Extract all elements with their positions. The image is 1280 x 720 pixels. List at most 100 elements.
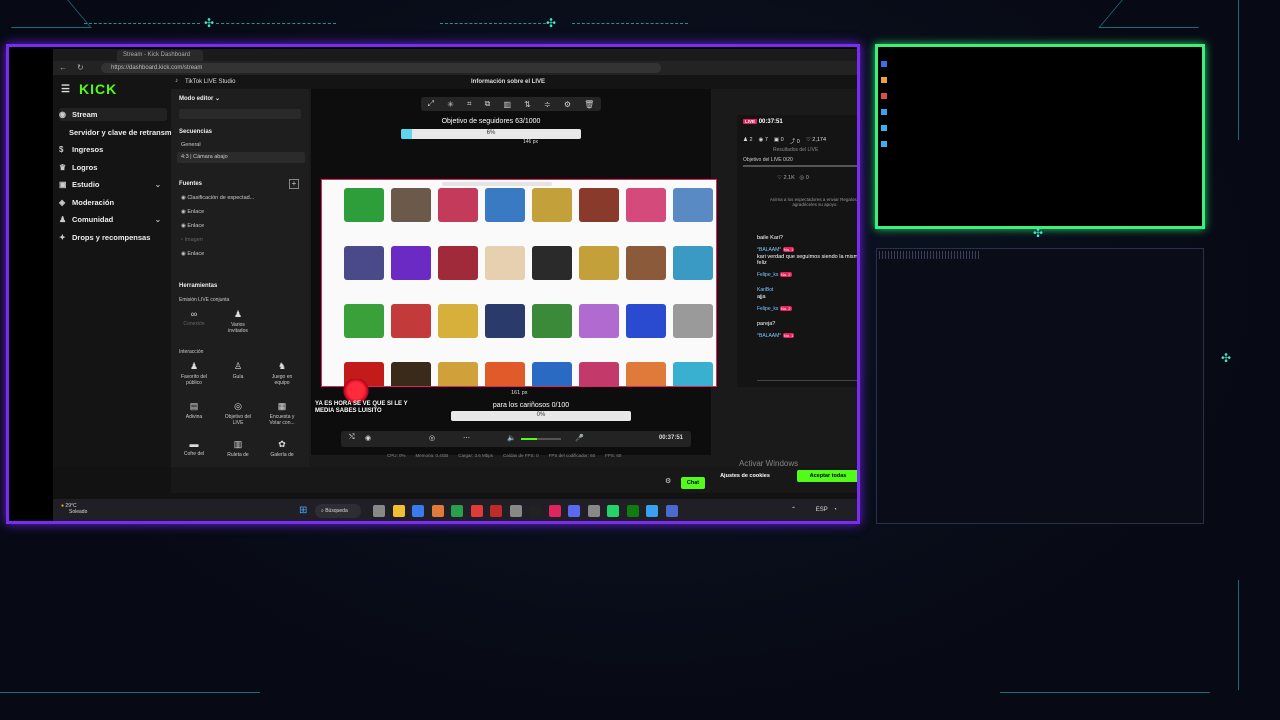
game-tile[interactable] xyxy=(626,246,666,298)
taskbar-app-icon[interactable] xyxy=(529,505,541,517)
taskbar-app-icon[interactable] xyxy=(392,505,405,517)
chat-username[interactable]: Felipe_ks xyxy=(757,306,778,312)
game-tile[interactable] xyxy=(391,304,431,356)
tool-guess[interactable]: ▤ Adivina xyxy=(177,401,211,435)
game-tile[interactable] xyxy=(485,188,525,240)
game-tile[interactable] xyxy=(579,246,619,298)
live-info-title[interactable]: Información sobre el LIVE xyxy=(471,79,545,85)
camera-icon[interactable]: ◉ xyxy=(365,434,371,442)
source-item[interactable]: ◉ Clasificación de espectad... xyxy=(177,193,305,204)
refresh-icon[interactable]: ↻ xyxy=(77,63,84,72)
game-tile[interactable] xyxy=(485,246,525,298)
taskbar-app-icon[interactable] xyxy=(509,505,522,517)
game-tile[interactable] xyxy=(532,246,572,298)
sidebar-item-stream[interactable]: ◉ Stream xyxy=(59,108,167,121)
gear-icon[interactable]: ⚙ xyxy=(665,477,671,485)
chat-username[interactable]: °BALAAM° xyxy=(757,333,781,339)
source-item[interactable]: ◉ Enlace xyxy=(177,207,305,218)
game-tile[interactable] xyxy=(438,362,478,386)
kick-logo[interactable]: KICK xyxy=(79,81,117,97)
add-source-icon[interactable]: + xyxy=(289,179,299,189)
back-icon[interactable]: ← xyxy=(59,63,67,72)
volume-icon[interactable]: 🔈 xyxy=(507,434,516,442)
taskbar-app-icon[interactable] xyxy=(431,505,444,517)
taskbar-app-icon[interactable] xyxy=(665,505,678,517)
game-tile[interactable] xyxy=(344,304,384,356)
game-tile[interactable] xyxy=(438,246,478,298)
game-tile[interactable] xyxy=(391,246,431,298)
game-tile[interactable] xyxy=(579,304,619,356)
shuffle-icon[interactable]: ⤭ xyxy=(349,434,355,442)
taskbar-app-icon[interactable] xyxy=(646,505,658,517)
gear-icon[interactable]: ⚙ xyxy=(564,100,571,109)
lang-indicator[interactable]: ESP xyxy=(816,507,828,513)
cookie-accept-button[interactable]: Aceptar todas xyxy=(797,470,857,482)
arrange-icon[interactable]: ⇅ xyxy=(524,100,531,109)
game-tile[interactable] xyxy=(532,188,572,240)
mic-icon[interactable]: 🎤 xyxy=(575,434,584,442)
cookie-settings-button[interactable]: Ajustes de cookies xyxy=(713,469,777,483)
source-item[interactable]: ◉ Enlace xyxy=(177,221,305,232)
taskbar-app-icon[interactable] xyxy=(373,505,385,517)
taskbar-app-icon[interactable] xyxy=(626,505,639,517)
sidebar-item-logros[interactable]: ♛ Logros xyxy=(59,161,167,174)
windows-start-icon[interactable]: ⊞ xyxy=(299,505,307,516)
game-tile[interactable] xyxy=(673,304,713,356)
volume-slider[interactable] xyxy=(521,438,561,440)
game-tile[interactable] xyxy=(344,246,384,298)
url-field[interactable]: https://dashboard.kick.com/stream xyxy=(101,63,661,73)
mode-selector[interactable]: Modo editor ⌄ xyxy=(179,95,220,102)
sidebar-item-drops[interactable]: ✦ Drops y recompensas xyxy=(59,231,167,244)
source-item[interactable]: ◉ Enlace xyxy=(177,249,305,260)
chat-username[interactable]: Felipe_ks xyxy=(757,272,778,278)
chat-username[interactable]: °BALAAM° xyxy=(757,247,781,253)
game-tile[interactable] xyxy=(579,188,619,240)
game-tile[interactable] xyxy=(626,304,666,356)
game-tile[interactable] xyxy=(391,188,431,240)
layer-icon[interactable]: ▥ xyxy=(503,100,511,109)
game-tile[interactable] xyxy=(532,304,572,356)
sequence-item[interactable]: 4:3 | Cámara abajo xyxy=(177,152,305,163)
game-tile[interactable] xyxy=(485,362,525,386)
weather-widget[interactable]: ● 29°C Soleado xyxy=(61,503,87,515)
game-tile[interactable] xyxy=(579,362,619,386)
chat-button[interactable]: Chat xyxy=(681,477,705,489)
game-tile[interactable] xyxy=(438,304,478,356)
tool-multi-guest[interactable]: ♟ Varios invitados xyxy=(221,309,255,343)
sidebar-item-moderacion[interactable]: ◈ Moderación xyxy=(59,196,167,209)
layout-toggle[interactable] xyxy=(179,109,301,119)
tool-poll[interactable]: ▦ Encuesta y Votar con... xyxy=(265,401,299,435)
taskbar-app-icon[interactable] xyxy=(470,505,483,517)
tool-live-goal[interactable]: ◎ Objetivo del LIVE xyxy=(221,401,255,435)
sequence-general[interactable]: General xyxy=(177,140,305,151)
game-tile[interactable] xyxy=(532,362,572,386)
settings-icon[interactable]: ✳ xyxy=(447,100,454,109)
chevron-up-icon[interactable]: ⌃ xyxy=(791,507,796,513)
browser-tab[interactable]: Stream - Kick Dashboard xyxy=(117,50,203,61)
sidebar-item-estudio[interactable]: ▣ Estudio ⌄ xyxy=(59,178,167,191)
tool-team-game[interactable]: ♞ Juego en equipo xyxy=(265,361,299,395)
taskbar-search[interactable]: ⌕ Búsqueda xyxy=(315,504,361,518)
wifi-icon[interactable]: ◔ xyxy=(833,507,837,513)
game-tile[interactable] xyxy=(673,246,713,298)
taskbar-app-icon[interactable] xyxy=(607,505,619,517)
sidebar-item-server-key[interactable]: Servidor y clave de retransmisión xyxy=(69,126,177,139)
record-icon[interactable]: ◎ xyxy=(429,434,435,442)
filter-icon[interactable]: ≑ xyxy=(544,100,551,109)
chat-input[interactable] xyxy=(757,371,857,381)
taskbar-app-icon[interactable] xyxy=(412,505,424,517)
transform-icon[interactable]: ⌗ xyxy=(467,99,472,109)
menu-icon[interactable]: ☰ xyxy=(61,84,70,95)
taskbar-app-icon[interactable] xyxy=(548,505,561,517)
more-icon[interactable]: ⋯ xyxy=(463,434,470,442)
taskbar-app-icon[interactable] xyxy=(490,505,502,517)
chat-username[interactable]: KariBot xyxy=(757,287,773,293)
crop-icon[interactable]: ⤢ xyxy=(428,99,434,109)
tool-connection[interactable]: ∞ Conexión xyxy=(177,309,211,343)
sidebar-item-comunidad[interactable]: ♟ Comunidad ⌄ xyxy=(59,213,167,226)
copy-icon[interactable]: ⧉ xyxy=(485,99,491,109)
taskbar-app-icon[interactable] xyxy=(587,505,600,517)
sidebar-item-ingresos[interactable]: $ Ingresos xyxy=(59,143,167,156)
game-tile[interactable] xyxy=(626,188,666,240)
trash-icon[interactable]: 🗑 xyxy=(584,100,594,109)
